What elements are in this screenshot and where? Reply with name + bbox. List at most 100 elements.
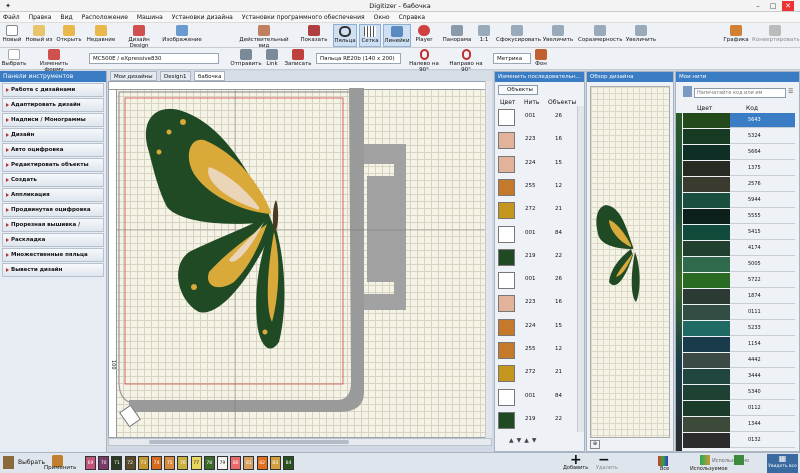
background-button[interactable]: Фон <box>533 48 549 71</box>
sequence-row[interactable]: 223 16 <box>498 131 578 150</box>
edit-shape-button[interactable]: Изменить форму <box>30 48 78 73</box>
machine-select[interactable]: MC500E / eXpressive830 <box>89 53 219 64</box>
select-tool-button[interactable]: Выбрать <box>1 48 27 71</box>
view-all-button[interactable]: ▦ Увидеть все <box>767 454 798 473</box>
palette-swatch[interactable]: 74 <box>151 456 162 470</box>
minimize-button[interactable]: – <box>752 1 764 11</box>
menu-software-settings[interactable]: Установки программного обеспечения <box>242 14 365 21</box>
palette-swatch[interactable]: 73 <box>137 456 149 470</box>
thread-list-icon[interactable]: ☰ <box>788 88 793 95</box>
thread-row[interactable]: 5340 <box>683 385 795 400</box>
palette-swatch[interactable]: 71 <box>111 456 123 470</box>
eyedropper-icon[interactable] <box>3 456 14 469</box>
tab-design1[interactable]: Design1 <box>160 71 191 81</box>
graphic-button[interactable]: Графика <box>722 24 750 47</box>
thread-row[interactable]: 0111 <box>683 305 795 320</box>
sequence-row[interactable]: 223 16 <box>498 294 578 313</box>
palette-swatch[interactable]: 82 <box>256 456 268 470</box>
zoom-in-button[interactable]: Увеличить <box>541 24 575 47</box>
thread-row[interactable]: 4174 <box>683 241 795 256</box>
sequence-row[interactable]: 224 15 <box>498 155 578 174</box>
menu-machine[interactable]: Машина <box>137 14 163 21</box>
sequence-row[interactable]: 001 84 <box>498 388 578 407</box>
thread-row[interactable]: 5005 <box>683 257 795 272</box>
focus-button[interactable]: Сфокусировать <box>496 24 541 47</box>
menu-design-settings[interactable]: Установки дизайна <box>172 14 233 21</box>
design-library-button[interactable]: Дизайн Design <box>118 24 160 49</box>
palette-swatch[interactable]: 70 <box>98 456 110 470</box>
thread-row[interactable]: 1874 <box>683 289 795 304</box>
sequence-row[interactable]: 272 21 <box>498 364 578 383</box>
palette-swatch[interactable]: 77 <box>190 456 202 470</box>
sequence-row[interactable]: 272 21 <box>498 201 578 220</box>
thread-row[interactable]: 5643 <box>683 113 795 128</box>
thread-row[interactable]: 5233 <box>683 321 795 336</box>
panel-item-edit-objects[interactable]: Редактировать объекты <box>2 158 104 172</box>
convert-button[interactable]: Конвертировать <box>752 24 800 47</box>
thread-row[interactable]: 2576 <box>683 177 795 192</box>
sequence-row[interactable]: 255 12 <box>498 341 578 360</box>
palette-swatch[interactable]: 83 <box>269 456 281 470</box>
palette-swatch[interactable]: 84 <box>283 456 294 470</box>
palette-swatch[interactable]: 78 <box>203 456 215 470</box>
grid-toggle[interactable]: Сетка <box>359 24 381 47</box>
apply-button[interactable]: Применить <box>44 465 76 471</box>
canvas-horizontal-scrollbar[interactable] <box>108 438 492 446</box>
objects-button[interactable]: Объекты <box>498 85 538 95</box>
sequence-scrollbar[interactable] <box>577 106 584 432</box>
thread-row[interactable]: 5664 <box>683 145 795 160</box>
panel-item-cutwork[interactable]: Прорезная вышивка / Работа ш... <box>2 218 104 240</box>
thread-row[interactable]: 1344 <box>683 417 795 432</box>
thread-search-input[interactable] <box>694 88 786 98</box>
link-button[interactable]: Link <box>264 48 280 71</box>
remove-button[interactable]: Удалить <box>596 465 618 471</box>
realistic-view-button[interactable]: Действительный вид <box>234 24 294 49</box>
sequence-row[interactable]: 001 26 <box>498 108 578 127</box>
send-button[interactable]: Отправить <box>229 48 263 71</box>
sequence-row[interactable]: 001 84 <box>498 225 578 244</box>
panel-item-designs[interactable]: Работа с дизайнами <box>2 83 104 97</box>
sequence-move-arrows[interactable]: ▲▼▲▼ <box>509 437 539 444</box>
menu-view[interactable]: Вид <box>60 14 72 21</box>
close-button[interactable]: ✕ <box>782 1 794 11</box>
all-colors-icon[interactable] <box>658 456 668 466</box>
panel-item-create[interactable]: Создать <box>2 173 104 187</box>
select-color-button[interactable]: Выбрать <box>18 459 45 466</box>
maximize-button[interactable]: □ <box>767 1 779 11</box>
design-canvas[interactable]: 100 <box>108 81 492 438</box>
panel-item-advanced-digitize[interactable]: Продвинутая оцифровка <box>2 203 104 217</box>
thread-row[interactable]: 0112 <box>683 401 795 416</box>
thread-row[interactable]: 5944 <box>683 193 795 208</box>
open-button[interactable]: Открыть <box>56 24 82 47</box>
canvas-vertical-scrollbar[interactable] <box>485 81 492 438</box>
sequence-row[interactable]: 001 26 <box>498 271 578 290</box>
thread-row[interactable]: 1154 <box>683 337 795 352</box>
sequence-row[interactable]: 219 22 <box>498 248 578 267</box>
menu-edit[interactable]: Правка <box>29 14 52 21</box>
overview-preview[interactable] <box>590 86 670 438</box>
proportional-button[interactable]: Соразмерность <box>578 24 622 47</box>
overview-zoom-icon[interactable]: ⊕ <box>590 440 600 449</box>
panel-item-output[interactable]: Вывести дизайн <box>2 263 104 277</box>
rotate-left-button[interactable]: Налево на 90° <box>405 48 443 73</box>
rotate-right-button[interactable]: Направо на 90° <box>446 48 486 73</box>
palette-swatch[interactable]: 80 <box>230 456 242 470</box>
palette-swatch[interactable]: 81 <box>243 456 255 470</box>
palette-swatch[interactable]: 75 <box>164 456 176 470</box>
sequence-row[interactable]: 224 15 <box>498 318 578 337</box>
ratio-button[interactable]: 1:1 <box>474 24 494 47</box>
thread-row[interactable]: 1375 <box>683 161 795 176</box>
thread-row[interactable]: 5324 <box>683 129 795 144</box>
panel-item-adapt[interactable]: Адаптировать дизайн <box>2 98 104 112</box>
tab-butterfly[interactable]: бабочка <box>194 71 226 81</box>
rulers-toggle[interactable]: Линейки <box>383 24 411 47</box>
menu-arrange[interactable]: Расположение <box>82 14 128 21</box>
exe-icon[interactable] <box>734 455 744 465</box>
used-colors-icon[interactable] <box>700 455 710 465</box>
image-button[interactable]: Изображение <box>162 24 202 47</box>
hoop-select[interactable]: Пяльца RE20b (140 x 200) <box>316 53 401 64</box>
palette-swatch[interactable]: 69 <box>85 456 96 470</box>
panel-item-lettering[interactable]: Надписи / Монограммы <box>2 113 104 127</box>
scrollbar-thumb[interactable] <box>149 440 349 444</box>
panel-item-multi-hoop[interactable]: Множественные пяльца <box>2 248 104 262</box>
